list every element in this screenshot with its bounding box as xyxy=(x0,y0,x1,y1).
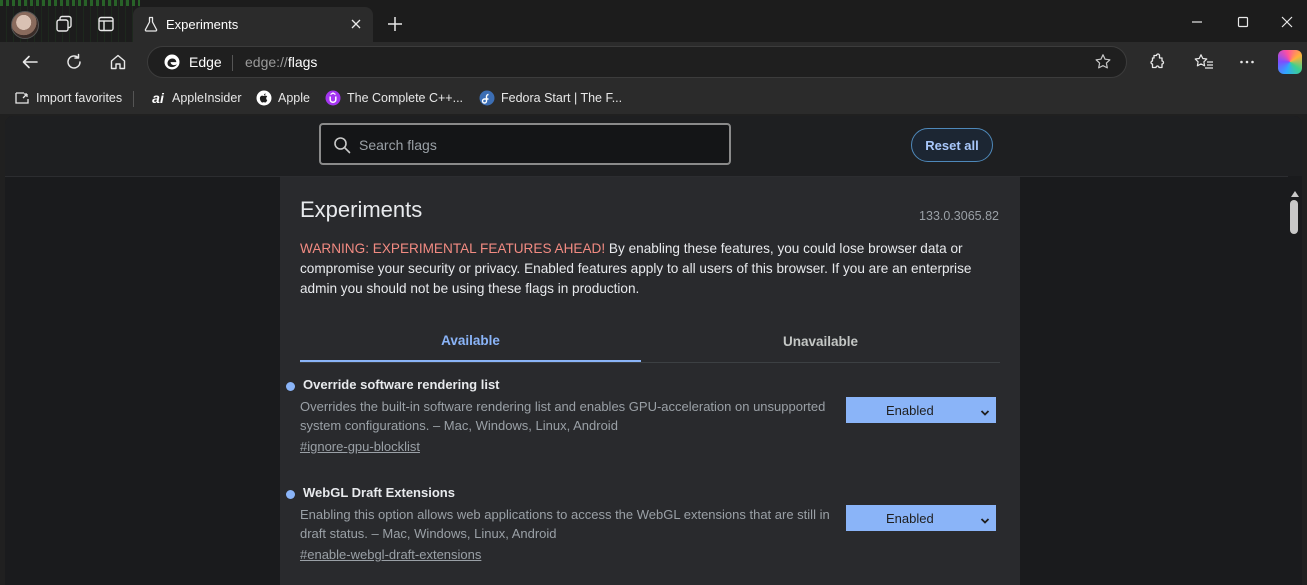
fav-label: Import favorites xyxy=(36,91,123,105)
search-input[interactable] xyxy=(357,134,721,156)
apple-icon xyxy=(256,90,272,106)
tab-strip: Experiments xyxy=(0,0,1307,42)
experiments-panel: Experiments 133.0.3065.82 WARNING: EXPER… xyxy=(280,177,1020,585)
search-icon xyxy=(333,136,351,159)
flags-search-header: Reset all xyxy=(5,116,1302,177)
flag-link[interactable]: #ignore-gpu-blocklist xyxy=(300,439,420,454)
flag-state-select[interactable]: Enabled xyxy=(846,505,996,531)
warning-message: WARNING: EXPERIMENTAL FEATURES AHEAD! By… xyxy=(300,239,1000,299)
search-flags-box[interactable] xyxy=(319,123,731,165)
scrollbar[interactable] xyxy=(1288,176,1302,585)
flags-page: Reset all Experiments 133.0.3065.82 WARN… xyxy=(5,116,1302,585)
favorite-star-icon[interactable] xyxy=(1094,53,1112,76)
navigation-bar: Edge edge://flags xyxy=(0,42,1307,82)
omnibox-divider xyxy=(232,55,233,71)
fav-fedora-start[interactable]: Fedora Start | The F... xyxy=(479,90,622,106)
scrollbar-thumb[interactable] xyxy=(1290,200,1298,234)
flag-description: Enabling this option allows web applicat… xyxy=(300,507,830,541)
favorites-icon[interactable] xyxy=(1191,50,1217,74)
fav-label: Apple xyxy=(278,91,310,105)
flag-name: Override software rendering list xyxy=(303,377,500,392)
fedora-icon xyxy=(479,90,495,106)
maximize-icon[interactable] xyxy=(1221,10,1265,34)
back-icon[interactable] xyxy=(17,50,43,74)
warning-heading: WARNING: EXPERIMENTAL FEATURES AHEAD! xyxy=(300,241,606,256)
flag-link[interactable]: #enable-webgl-draft-extensions xyxy=(300,547,481,562)
address-bar[interactable]: Edge edge://flags xyxy=(147,46,1127,78)
fav-apple[interactable]: Apple xyxy=(256,90,310,106)
fav-label: AppleInsider xyxy=(172,91,242,105)
fav-complete-cpp[interactable]: The Complete C++... xyxy=(325,90,463,106)
version-label: 133.0.3065.82 xyxy=(919,209,999,223)
more-options-icon[interactable] xyxy=(1234,50,1260,74)
appleinsider-icon: ai xyxy=(152,90,164,106)
flag-status-dot xyxy=(286,490,295,499)
reset-all-button[interactable]: Reset all xyxy=(911,128,993,162)
udemy-icon xyxy=(325,90,341,106)
minimize-icon[interactable] xyxy=(1175,10,1219,34)
fav-label: The Complete C++... xyxy=(347,91,464,105)
favorites-bar: Import favorites ai AppleInsider Apple T… xyxy=(0,82,1307,114)
flag-status-dot xyxy=(286,382,295,391)
flags-tabs: Available Unavailable xyxy=(300,321,1000,363)
url-text[interactable]: edge://flags xyxy=(245,54,317,70)
favorites-divider xyxy=(133,91,134,107)
profile-avatar[interactable] xyxy=(11,11,39,39)
tab-experiments[interactable]: Experiments xyxy=(133,7,373,42)
extensions-icon[interactable] xyxy=(1143,50,1169,74)
edge-logo-icon xyxy=(164,54,180,75)
fav-import-favorites[interactable]: Import favorites xyxy=(14,90,122,106)
tab-unavailable[interactable]: Unavailable xyxy=(650,321,991,361)
flask-icon xyxy=(143,16,159,37)
vertical-tabs-icon[interactable] xyxy=(95,13,117,35)
tab-title: Experiments xyxy=(166,17,239,32)
home-icon[interactable] xyxy=(105,50,131,74)
new-tab-icon[interactable] xyxy=(384,13,406,35)
flag-description: Overrides the built-in software renderin… xyxy=(300,399,826,433)
copilot-icon[interactable] xyxy=(1278,50,1302,74)
url-path: flags xyxy=(287,54,318,70)
url-scheme: edge:// xyxy=(245,54,288,70)
flag-state-select[interactable]: Enabled xyxy=(846,397,996,423)
site-name: Edge xyxy=(189,54,222,70)
close-tab-icon[interactable] xyxy=(347,15,365,33)
refresh-icon[interactable] xyxy=(61,50,87,74)
page-title: Experiments xyxy=(300,197,423,222)
workspaces-icon[interactable] xyxy=(53,13,75,35)
import-favorites-icon xyxy=(14,90,30,106)
flag-name: WebGL Draft Extensions xyxy=(303,485,455,500)
fav-label: Fedora Start | The F... xyxy=(501,91,623,105)
fav-appleinsider[interactable]: ai AppleInsider xyxy=(150,90,242,106)
tab-available[interactable]: Available xyxy=(300,321,641,362)
close-window-icon[interactable] xyxy=(1265,10,1307,34)
